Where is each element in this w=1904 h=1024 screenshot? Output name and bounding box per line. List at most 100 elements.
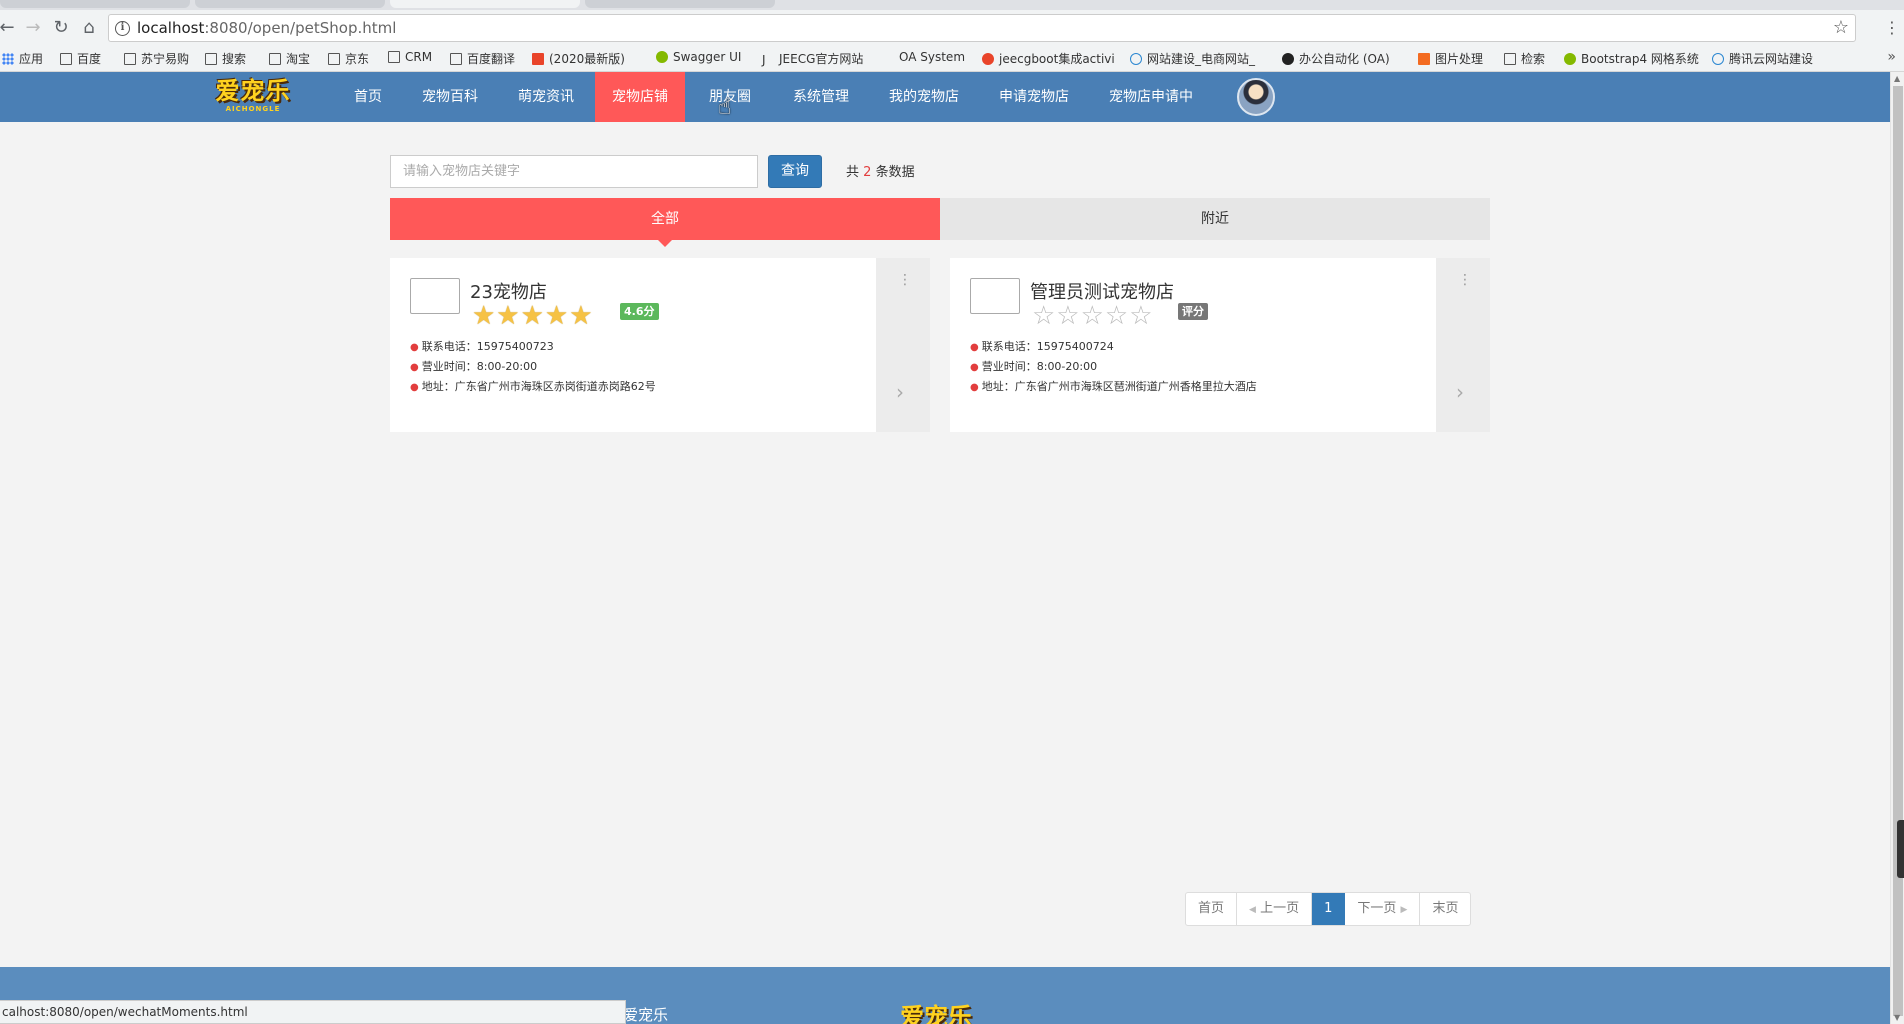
page-icon — [60, 52, 72, 65]
address-url: localhost:8080/open/petShop.html — [137, 19, 397, 37]
rating-badge: 4.6分 — [620, 303, 659, 320]
oa-icon — [882, 51, 894, 63]
shop-card[interactable]: 23宠物店 ★★★★★ 4.6分 ● 联系电话：15975400723 ● 营业时间… — [390, 258, 930, 432]
bookmark-item[interactable]: Bootstrap4 网格系统 — [1564, 50, 1699, 67]
page-first[interactable]: 首页 — [1186, 893, 1238, 925]
shop-thumbnail — [410, 278, 460, 314]
card-side-panel[interactable]: ⋮ › — [1436, 258, 1490, 432]
logo-text: 爱宠乐 — [215, 77, 291, 105]
caret-left-icon: ◀ — [1249, 905, 1256, 915]
bookmark-item[interactable]: CRM — [388, 50, 432, 64]
forward-icon[interactable]: → — [20, 16, 46, 40]
chevron-right-icon[interactable]: › — [896, 380, 904, 404]
github-icon — [1282, 52, 1294, 65]
pagination: 首页 ◀ 上一页 1 下一页 ▶ 末页 — [1185, 892, 1472, 926]
info-icon[interactable]: i — [115, 21, 130, 36]
result-count: 共 2 条数据 — [846, 165, 915, 180]
bookmark-item[interactable]: 图片处理 — [1418, 50, 1483, 67]
page-icon — [328, 52, 340, 65]
active-tab-pointer — [658, 240, 672, 247]
bookmark-apps[interactable]: 应用 — [2, 50, 43, 67]
browser-tab[interactable] — [0, 0, 190, 8]
shop-hours: ● 营业时间：8:00-20:00 — [970, 360, 1098, 373]
footer-logo: 爱宠乐 — [900, 1003, 972, 1024]
jeecg-icon: J — [762, 52, 766, 67]
shop-search-input[interactable] — [390, 155, 758, 188]
bookmark-item[interactable]: 京东 — [328, 50, 369, 67]
page-scrollbar[interactable]: ▲ ▼ — [1890, 72, 1904, 1024]
search-button[interactable]: 查询 — [768, 155, 822, 188]
page-prev[interactable]: ◀ 上一页 — [1237, 893, 1313, 925]
nav-pet-encyclopedia[interactable]: 宠物百科 — [410, 72, 490, 122]
more-bookmarks-icon[interactable]: » — [1887, 49, 1896, 65]
browser-tab[interactable] — [585, 0, 775, 8]
hand-cursor-icon: ☝ — [718, 95, 732, 120]
page-icon — [124, 52, 136, 65]
scroll-down-icon[interactable]: ▼ — [1894, 1013, 1900, 1022]
page-icon — [205, 52, 217, 65]
image-icon — [1418, 52, 1430, 65]
bookmark-item[interactable]: 腾讯云网站建设 — [1712, 50, 1813, 67]
bookmark-item[interactable]: 网站建设_电商网站_ — [1130, 50, 1255, 67]
bookmark-item[interactable]: jeecgboot集成activi — [982, 50, 1115, 67]
shop-hours: ● 营业时间：8:00-20:00 — [410, 360, 538, 373]
page-current[interactable]: 1 — [1312, 893, 1346, 925]
swagger-icon — [656, 51, 668, 63]
chevron-right-icon[interactable]: › — [1456, 380, 1464, 404]
shop-card[interactable]: 管理员测试宠物店 ☆☆☆☆☆ 评分 ● 联系电话：15975400724 ● 营业时… — [950, 258, 1490, 432]
bookmark-item[interactable]: J JEECG官方网站 — [762, 50, 863, 67]
nav-application-pending[interactable]: 宠物店申请中 — [1096, 72, 1206, 122]
footer-brand: 爱宠乐 — [623, 1006, 669, 1024]
bookmark-item[interactable]: 办公自动化 (OA) — [1282, 50, 1390, 67]
reload-icon[interactable]: ↻ — [48, 16, 74, 40]
shop-thumbnail — [970, 278, 1020, 314]
more-options-icon[interactable]: ⋮ — [898, 273, 912, 287]
user-avatar[interactable] — [1237, 78, 1275, 116]
nav-apply-pet-shop[interactable]: 申请宠物店 — [986, 72, 1082, 122]
page-icon — [450, 52, 462, 65]
scroll-up-icon[interactable]: ▲ — [1894, 74, 1900, 83]
bookmark-item[interactable]: 搜索 — [205, 50, 246, 67]
nav-home[interactable]: 首页 — [338, 72, 398, 122]
bookmark-star-icon[interactable]: ☆ — [1833, 17, 1849, 38]
e-logo-icon — [982, 52, 994, 65]
bookmark-item[interactable]: (2020最新版) — [532, 50, 625, 67]
bookmarks-bar: 应用 百度 苏宁易购 搜索 淘宝 京东 CRM 百度翻译 (2020最新版) S… — [0, 46, 1904, 72]
tab-all[interactable]: 全部 — [390, 198, 940, 247]
star-rating: ★★★★★ — [472, 301, 594, 331]
browser-tab[interactable] — [195, 0, 385, 8]
rating-badge: 评分 — [1178, 303, 1208, 320]
cloud-icon — [1130, 52, 1142, 65]
nav-pet-shops[interactable]: 宠物店铺 — [595, 72, 685, 122]
nav-my-pet-shop[interactable]: 我的宠物店 — [876, 72, 972, 122]
shop-address: ● 地址：广东省广州市海珠区赤岗街道赤岗路62号 — [410, 380, 656, 393]
tab-nearby[interactable]: 附近 — [940, 198, 1490, 240]
bookmark-item[interactable]: OA System — [882, 50, 965, 64]
bookmark-item[interactable]: 检索 — [1504, 50, 1545, 67]
browser-menu-icon[interactable]: ⋮ — [1884, 18, 1900, 37]
address-bar[interactable]: i localhost:8080/open/petShop.html ☆ — [108, 14, 1856, 42]
card-side-panel[interactable]: ⋮ › — [876, 258, 930, 432]
bookmark-item[interactable]: Swagger UI — [656, 50, 741, 64]
page-icon — [269, 52, 281, 65]
bookmark-item[interactable]: 淘宝 — [269, 50, 310, 67]
home-icon[interactable]: ⌂ — [76, 16, 102, 40]
page-next[interactable]: 下一页 ▶ — [1345, 893, 1421, 925]
shop-phone: ● 联系电话：15975400724 — [970, 340, 1114, 353]
bookmark-item[interactable]: 苏宁易购 — [124, 50, 189, 67]
nav-system-management[interactable]: 系统管理 — [780, 72, 862, 122]
side-panel-handle[interactable] — [1897, 820, 1904, 878]
nav-pet-news[interactable]: 萌宠资讯 — [506, 72, 586, 122]
shop-address: ● 地址：广东省广州市海珠区琶洲街道广州香格里拉大酒店 — [970, 380, 1257, 393]
apps-icon — [2, 52, 14, 65]
bookmark-item[interactable]: 百度翻译 — [450, 50, 515, 67]
back-icon[interactable]: ← — [0, 16, 20, 40]
site-logo[interactable]: 爱宠乐 AICHONGLE — [205, 77, 301, 117]
bookmark-item[interactable]: 百度 — [60, 50, 101, 67]
browser-tab-active[interactable] — [390, 0, 580, 8]
page-last[interactable]: 末页 — [1420, 893, 1470, 925]
logo-subtext: AICHONGLE — [225, 105, 281, 113]
more-options-icon[interactable]: ⋮ — [1458, 273, 1472, 287]
star-rating: ☆☆☆☆☆ — [1032, 301, 1154, 331]
browser-status-url: calhost:8080/open/wechatMoments.html — [0, 1000, 626, 1024]
